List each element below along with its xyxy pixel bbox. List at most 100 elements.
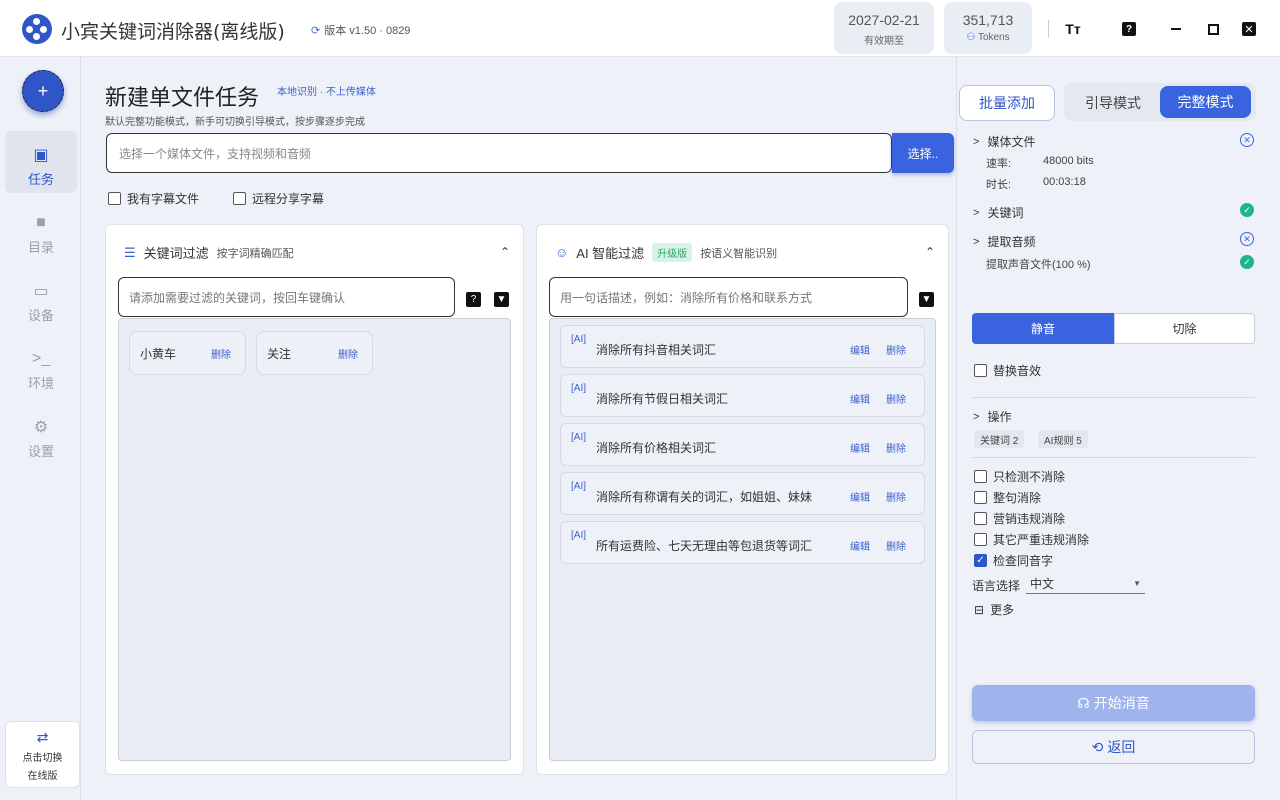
- edit-rule-button[interactable]: 编辑: [850, 391, 870, 406]
- delete-rule-button[interactable]: 删除: [886, 440, 906, 455]
- remote-share-checkbox[interactable]: 远程分享字幕: [233, 190, 324, 207]
- more-button[interactable]: ⊟ 更多: [974, 601, 1014, 618]
- keyword-list: 小黄车 删除 关注 删除: [118, 318, 511, 761]
- back-button[interactable]: ⟲ 返回: [972, 730, 1255, 764]
- page-subtitle: 默认完整功能模式，新手可切换引导模式，按步骤逐步完成: [105, 117, 365, 128]
- ai-panel-subtitle: 按语义智能识别: [700, 247, 778, 260]
- keyword-chip: 关注 删除: [256, 331, 373, 375]
- ai-panel-header: ☺ AI 智能过滤 升级版 按语义智能识别: [555, 243, 777, 262]
- font-size-icon[interactable]: Tт: [1062, 18, 1084, 40]
- select-file-button[interactable]: 选择..: [892, 133, 954, 173]
- check-icon: ✓: [1240, 203, 1254, 217]
- duration-label: 时长:: [986, 179, 1012, 191]
- extract-error-icon[interactable]: ✕: [1240, 232, 1254, 246]
- extract-audio-section[interactable]: > 提取音频: [973, 233, 1035, 250]
- more-icon: ⊟: [974, 602, 985, 617]
- media-file-input[interactable]: 选择一个媒体文件，支持视频和音频: [106, 133, 892, 173]
- keyword-input[interactable]: 请添加需要过滤的关键词，按回车键确认: [118, 277, 455, 317]
- new-task-button[interactable]: +: [22, 70, 64, 112]
- keyword-panel-header: ☰ 关键词过滤 按字词精确匹配: [124, 243, 294, 262]
- option-checkbox[interactable]: 其它严重违规消除: [974, 531, 1089, 548]
- delete-rule-button[interactable]: 删除: [886, 538, 906, 553]
- close-icon: ✕: [1242, 22, 1256, 36]
- dropdown-arrow-icon: ▼: [1133, 579, 1141, 588]
- option-checkbox[interactable]: 整句消除: [974, 489, 1041, 506]
- keyword-help-icon[interactable]: ?: [466, 292, 481, 307]
- ai-panel-title: AI 智能过滤: [576, 246, 645, 261]
- option-checkbox[interactable]: ✓ 检查同音字: [974, 552, 1053, 569]
- delete-rule-button[interactable]: 删除: [886, 342, 906, 357]
- sidebar: + ▣ 任务 ■ 目录 ▭ 设备 >_ 环境 ⚙ 设置 ⇄ 点击切换 在线版: [0, 57, 81, 800]
- sidebar-item-devices[interactable]: ▭ 设备: [5, 267, 77, 329]
- checkbox-box: [233, 192, 246, 205]
- app-title: 小宾关键词消除器(离线版): [61, 21, 285, 43]
- app-logo-icon: [22, 14, 52, 44]
- delete-rule-button[interactable]: 删除: [886, 489, 906, 504]
- keyword-count-pill: 关键词 2: [974, 430, 1025, 448]
- chevron-right-icon: >: [973, 135, 980, 148]
- batch-add-button[interactable]: 批量添加: [959, 85, 1055, 121]
- ai-rule-item: [AI] 消除所有称谓有关的词汇，如姐姐、妹妹 编辑 删除: [560, 472, 925, 515]
- replace-sfx-checkbox[interactable]: 替换音效: [974, 362, 1041, 379]
- sidebar-item-environment[interactable]: >_ 环境: [5, 335, 77, 397]
- start-mute-button[interactable]: ☊ 开始消音: [972, 685, 1255, 721]
- back-icon: ⟲: [1091, 738, 1104, 755]
- option-checkbox[interactable]: 营销违规消除: [974, 510, 1065, 527]
- help-icon: ?: [1122, 22, 1136, 36]
- chevron-right-icon: >: [973, 235, 980, 248]
- swap-icon: ⇄: [36, 729, 49, 745]
- expiry-label: 有效期至: [864, 36, 904, 47]
- ai-rule-input[interactable]: 用一句话描述，例如：消除所有价格和联系方式: [549, 277, 908, 317]
- titlebar-divider: [1048, 20, 1049, 38]
- keyword-dropdown-icon[interactable]: ▼: [494, 292, 509, 307]
- edit-rule-button[interactable]: 编辑: [850, 440, 870, 455]
- delete-rule-button[interactable]: 删除: [886, 391, 906, 406]
- switch-online-button[interactable]: ⇄ 点击切换 在线版: [5, 721, 80, 788]
- maximize-icon: [1207, 23, 1219, 35]
- minimize-button[interactable]: [1165, 18, 1187, 40]
- sidebar-item-directory[interactable]: ■ 目录: [5, 199, 77, 261]
- version-icon: ⟳: [311, 25, 321, 37]
- edit-rule-button[interactable]: 编辑: [850, 538, 870, 553]
- rate-value: 48000 bits: [1043, 155, 1094, 167]
- checkbox-box: [108, 192, 121, 205]
- language-select[interactable]: 中文 ▼: [1026, 574, 1145, 594]
- edit-rule-button[interactable]: 编辑: [850, 489, 870, 504]
- delete-keyword-button[interactable]: 删除: [338, 346, 358, 361]
- tokens-box: 351,713 ⚇ Tokens: [944, 2, 1032, 54]
- ai-rule-item: [AI] 消除所有节假日相关词汇 编辑 删除: [560, 374, 925, 417]
- collapse-icon[interactable]: ⌃: [500, 245, 510, 259]
- guide-mode-tab[interactable]: 引导模式: [1070, 87, 1156, 119]
- tokens-value: 351,713: [962, 12, 1014, 28]
- collapse-icon[interactable]: ⌃: [925, 245, 935, 259]
- tokens-icon: ⚇: [966, 32, 976, 43]
- page-tag: 本地识别 · 不上传媒体: [277, 87, 376, 98]
- keywords-section[interactable]: > 关键词: [973, 204, 1023, 221]
- option-checkbox[interactable]: 只检测不消除: [974, 468, 1065, 485]
- media-file-section[interactable]: > 媒体文件: [973, 133, 1035, 150]
- sidebar-item-tasks[interactable]: ▣ 任务: [5, 131, 77, 193]
- expiry-value: 2027-02-21: [848, 12, 920, 28]
- ai-rule-list: [AI] 消除所有抖音相关词汇 编辑 删除 [AI] 消除所有节假日相关词汇 编辑 …: [549, 318, 936, 761]
- edit-rule-button[interactable]: 编辑: [850, 342, 870, 357]
- media-error-icon[interactable]: ✕: [1240, 133, 1254, 147]
- cut-option[interactable]: 切除: [1114, 313, 1255, 344]
- subtitle-file-checkbox[interactable]: 我有字幕文件: [108, 190, 199, 207]
- keyword-chip: 小黄车 删除: [129, 331, 246, 375]
- ai-filter-panel: ☺ AI 智能过滤 升级版 按语义智能识别 ⌃ 用一句话描述，例如：消除所有价格…: [536, 224, 949, 775]
- close-button[interactable]: ✕: [1238, 18, 1260, 40]
- ai-rule-item: [AI] 所有运费险、七天无理由等包退货等词汇 编辑 删除: [560, 521, 925, 564]
- task-icon: ▣: [33, 147, 49, 164]
- full-mode-tab[interactable]: 完整模式: [1160, 86, 1251, 118]
- delete-keyword-button[interactable]: 删除: [211, 346, 231, 361]
- maximize-button[interactable]: [1202, 18, 1224, 40]
- help-button[interactable]: ?: [1118, 18, 1140, 40]
- operations-section[interactable]: > 操作: [973, 408, 1011, 425]
- upgrade-badge: 升级版: [652, 243, 693, 262]
- sidebar-item-settings[interactable]: ⚙ 设置: [5, 403, 77, 465]
- ai-dropdown-icon[interactable]: ▼: [919, 292, 934, 307]
- chevron-right-icon: >: [973, 206, 980, 219]
- mute-option[interactable]: 静音: [972, 313, 1114, 344]
- expiry-box: 2027-02-21 有效期至: [834, 2, 934, 54]
- ai-rule-count-pill: AI规则 5: [1038, 430, 1088, 448]
